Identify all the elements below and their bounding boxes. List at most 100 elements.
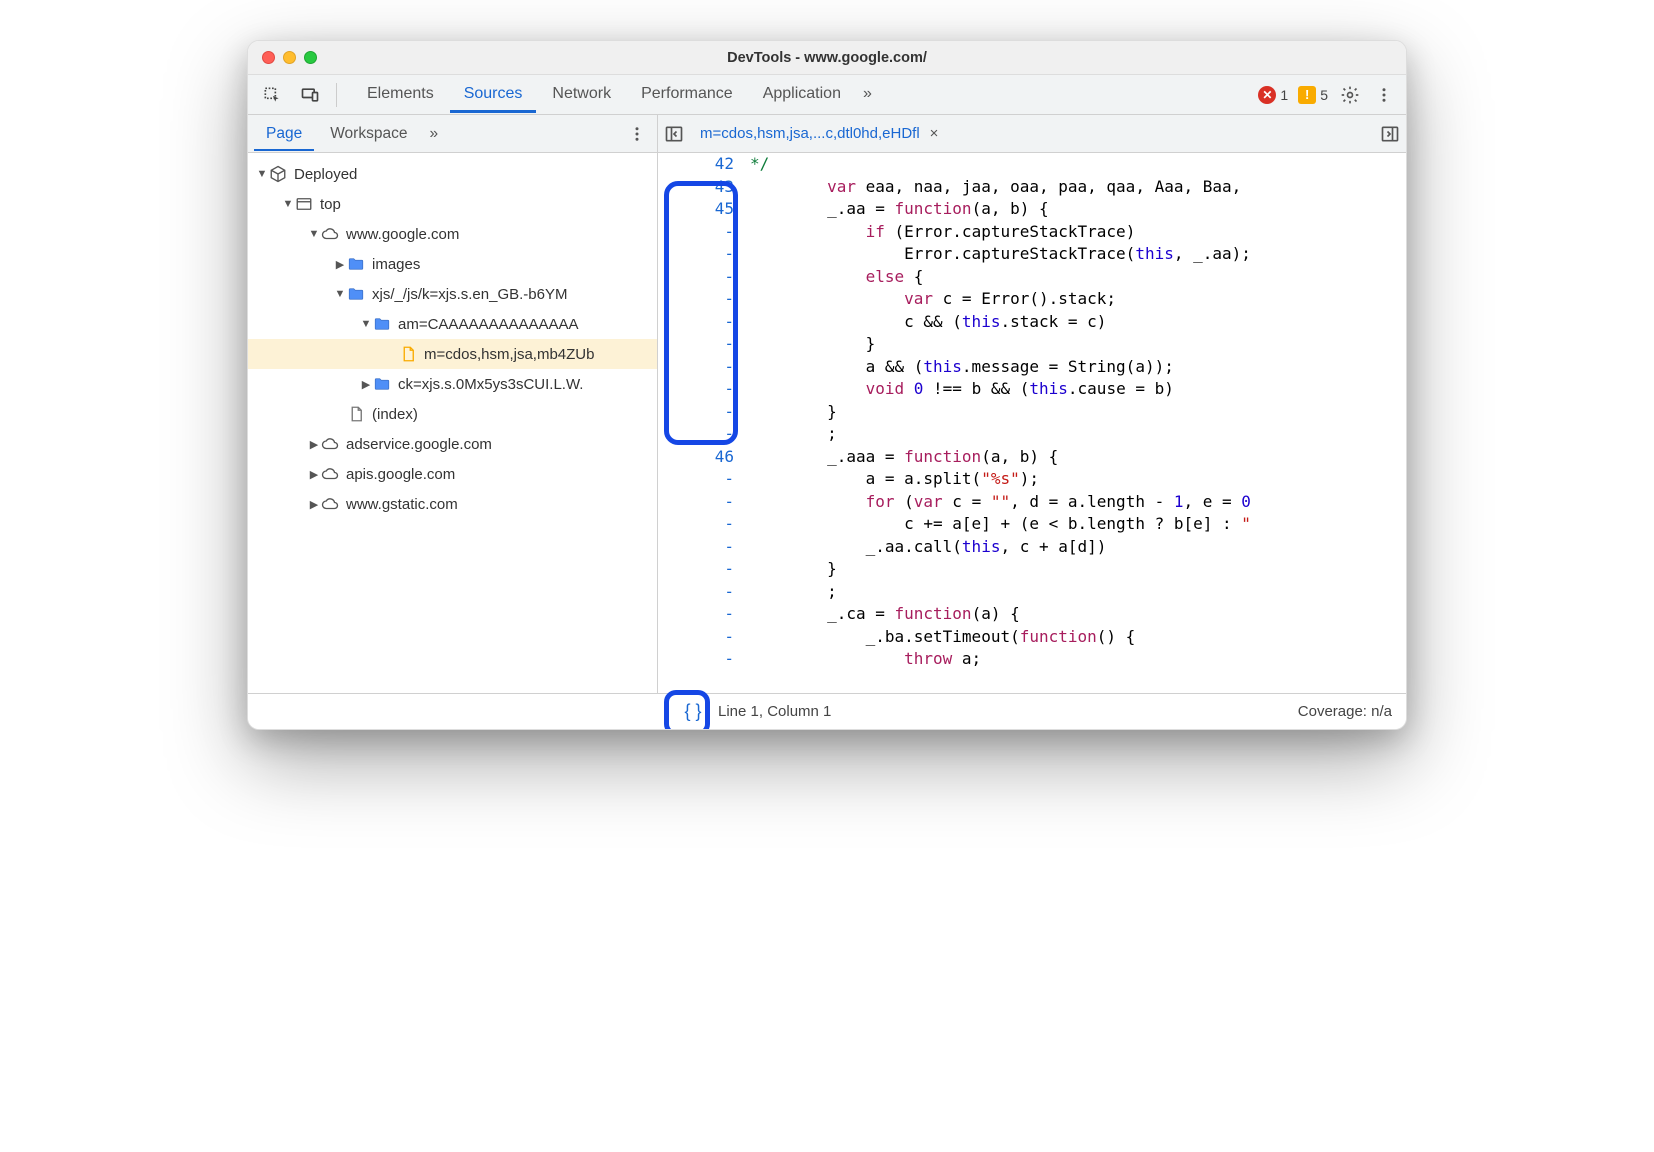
line-number[interactable]: -	[658, 356, 734, 379]
line-number[interactable]: 43	[658, 176, 734, 199]
code-line: var c = Error().stack;	[750, 288, 1400, 311]
line-number[interactable]: -	[658, 266, 734, 289]
more-tabs-button[interactable]: »	[857, 76, 878, 113]
device-toolbar-icon[interactable]	[294, 79, 326, 111]
code-line: }	[750, 401, 1400, 424]
disclosure-triangle-icon[interactable]: ▼	[360, 318, 372, 330]
tab-sources[interactable]: Sources	[450, 76, 537, 113]
more-options-icon[interactable]	[1370, 81, 1398, 109]
tree-item-label: (index)	[372, 406, 418, 423]
disclosure-triangle-icon[interactable]: ▶	[334, 258, 346, 271]
code-line: else {	[750, 266, 1400, 289]
tree-item[interactable]: ▶ www.gstatic.com	[248, 489, 657, 519]
line-number[interactable]: -	[658, 648, 734, 671]
line-number[interactable]: -	[658, 603, 734, 626]
tree-item[interactable]: ▼Deployed	[248, 159, 657, 189]
tab-page[interactable]: Page	[254, 117, 314, 151]
cloud-icon	[320, 434, 340, 454]
code-line: */	[750, 153, 1400, 176]
file-icon	[346, 404, 366, 424]
tab-performance[interactable]: Performance	[627, 76, 747, 113]
disclosure-triangle-icon[interactable]: ▼	[334, 288, 346, 300]
cloud-icon	[320, 464, 340, 484]
code-content[interactable]: */ var eaa, naa, jaa, oaa, paa, qaa, Aaa…	[744, 153, 1406, 693]
disclosure-triangle-icon[interactable]: ▶	[308, 498, 320, 511]
tree-item[interactable]: ▶ apis.google.com	[248, 459, 657, 489]
line-number[interactable]: 45	[658, 198, 734, 221]
editor-tabs-row: m=cdos,hsm,jsa,...c,dtl0hd,eHDfl ×	[658, 115, 1406, 152]
tree-item[interactable]: ▼top	[248, 189, 657, 219]
close-tab-icon[interactable]: ×	[930, 125, 939, 142]
line-number[interactable]: -	[658, 401, 734, 424]
zoom-window-button[interactable]	[304, 51, 317, 64]
inspect-element-icon[interactable]	[256, 79, 288, 111]
line-number[interactable]: -	[658, 378, 734, 401]
tree-item-label: images	[372, 256, 420, 273]
tab-workspace[interactable]: Workspace	[318, 117, 419, 151]
line-number[interactable]: -	[658, 221, 734, 244]
disclosure-triangle-icon[interactable]: ▼	[282, 198, 294, 210]
line-number[interactable]: -	[658, 558, 734, 581]
disclosure-triangle-icon[interactable]: ▶	[308, 438, 320, 451]
tree-item[interactable]: ▼xjs/_/js/k=xjs.s.en_GB.-b6YM	[248, 279, 657, 309]
code-line: _.aaa = function(a, b) {	[750, 446, 1400, 469]
file-js-icon	[398, 344, 418, 364]
line-number[interactable]: -	[658, 288, 734, 311]
more-navigator-tabs[interactable]: »	[423, 117, 444, 151]
line-number[interactable]: -	[658, 513, 734, 536]
tab-application[interactable]: Application	[749, 76, 855, 113]
tree-item-label: www.google.com	[346, 226, 459, 243]
toggle-debugger-icon[interactable]	[1380, 124, 1400, 144]
open-file-tab[interactable]: m=cdos,hsm,jsa,...c,dtl0hd,eHDfl ×	[690, 119, 948, 148]
line-number[interactable]: -	[658, 311, 734, 334]
file-navigator[interactable]: ▼Deployed▼top▼www.google.com▶images▼xjs/…	[248, 153, 658, 693]
toggle-navigator-icon[interactable]	[664, 124, 684, 144]
error-count-badge[interactable]: ✕ 1	[1256, 84, 1290, 106]
code-line: c += a[e] + (e < b.length ? b[e] : "	[750, 513, 1400, 536]
tab-elements[interactable]: Elements	[353, 76, 448, 113]
code-line: _.aa.call(this, c + a[d])	[750, 536, 1400, 559]
tree-item-label: www.gstatic.com	[346, 496, 458, 513]
error-count: 1	[1280, 87, 1288, 103]
tree-item[interactable]: ▶ images	[248, 249, 657, 279]
line-number[interactable]: -	[658, 333, 734, 356]
line-number[interactable]: -	[658, 581, 734, 604]
line-number[interactable]: -	[658, 243, 734, 266]
line-number[interactable]: -	[658, 423, 734, 446]
tab-network[interactable]: Network	[538, 76, 625, 113]
divider	[336, 83, 337, 107]
disclosure-triangle-icon[interactable]: ▶	[360, 378, 372, 391]
tree-item[interactable]: ▶m=cdos,hsm,jsa,mb4ZUb	[248, 339, 657, 369]
window-icon	[294, 194, 314, 214]
tree-item-label: m=cdos,hsm,jsa,mb4ZUb	[424, 346, 594, 363]
disclosure-triangle-icon[interactable]: ▼	[256, 168, 268, 180]
line-number[interactable]: -	[658, 491, 734, 514]
line-number[interactable]: -	[658, 536, 734, 559]
pretty-print-icon[interactable]: { }	[678, 701, 708, 722]
tree-item[interactable]: ▶ck=xjs.s.0Mx5ys3sCUI.L.W.	[248, 369, 657, 399]
line-number[interactable]: 42	[658, 153, 734, 176]
tree-item[interactable]: ▼ www.google.com	[248, 219, 657, 249]
disclosure-triangle-icon[interactable]: ▼	[308, 228, 320, 240]
line-number[interactable]: -	[658, 626, 734, 649]
tree-item[interactable]: ▶(index)	[248, 399, 657, 429]
code-editor[interactable]: 424345----------46--------- */ var eaa, …	[658, 153, 1406, 693]
tree-item[interactable]: ▼am=CAAAAAAAAAAAAAA	[248, 309, 657, 339]
settings-icon[interactable]	[1336, 81, 1364, 109]
navigator-more-icon[interactable]	[623, 120, 651, 148]
window-controls	[262, 51, 317, 64]
window-title: DevTools - www.google.com/	[248, 50, 1406, 66]
disclosure-triangle-icon[interactable]: ▶	[308, 468, 320, 481]
warning-icon: !	[1298, 86, 1316, 104]
file-tab-name: m=cdos,hsm,jsa,...c,dtl0hd,eHDfl	[700, 125, 920, 142]
warning-count-badge[interactable]: ! 5	[1296, 84, 1330, 106]
minimize-window-button[interactable]	[283, 51, 296, 64]
line-number[interactable]: 46	[658, 446, 734, 469]
warning-count: 5	[1320, 87, 1328, 103]
line-gutter[interactable]: 424345----------46---------	[658, 153, 744, 693]
navigator-tabs: Page Workspace »	[248, 115, 658, 152]
close-window-button[interactable]	[262, 51, 275, 64]
tree-item[interactable]: ▶adservice.google.com	[248, 429, 657, 459]
line-number[interactable]: -	[658, 468, 734, 491]
tree-item-label: apis.google.com	[346, 466, 455, 483]
